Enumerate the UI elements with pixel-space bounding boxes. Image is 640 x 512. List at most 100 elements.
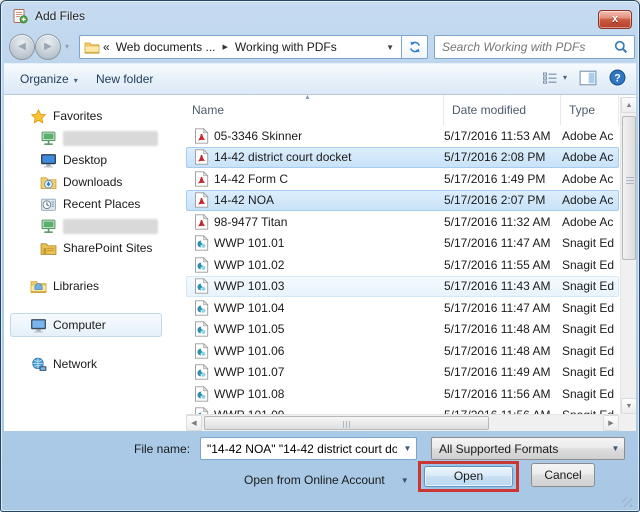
search-icon[interactable] xyxy=(613,39,629,55)
scroll-down-icon[interactable] xyxy=(621,398,636,414)
chevron-down-icon[interactable] xyxy=(399,444,416,453)
organize-button[interactable]: Organize xyxy=(20,72,78,86)
open-button[interactable]: Open xyxy=(424,466,513,487)
file-row[interactable]: 14-42 NOA5/17/2016 2:07 PMAdobe Ac xyxy=(186,190,619,212)
sidebar-item-downloads[interactable]: Downloads xyxy=(4,171,186,193)
file-list-rows: 05-3346 Skinner5/17/2016 11:53 AM Adobe A… xyxy=(186,125,619,414)
titlebar[interactable]: Add Files x xyxy=(1,1,639,31)
file-type: Snagit Ed xyxy=(562,279,618,293)
file-date-modified: 5/17/2016 11:43 AM xyxy=(444,279,562,293)
sidebar-item-libraries[interactable]: Libraries xyxy=(4,275,186,297)
scroll-right-icon[interactable] xyxy=(603,415,619,431)
file-row[interactable]: WWP 101.075/17/2016 11:49 AMSnagit Ed xyxy=(186,362,619,384)
file-row[interactable]: WWP 101.065/17/2016 11:48 AMSnagit Ed xyxy=(186,340,619,362)
column-header-type[interactable]: Type xyxy=(561,95,619,125)
downloads-icon xyxy=(40,175,57,190)
sidebar-item-recent-places[interactable]: Recent Places xyxy=(4,193,186,215)
open-from-online-account-button[interactable]: Open from Online Account xyxy=(244,469,409,491)
breadcrumb[interactable]: Web documents ... Working with PDFs xyxy=(79,35,401,59)
file-type: Adobe Ac xyxy=(562,193,618,207)
back-button[interactable] xyxy=(9,34,35,60)
file-name: WWP 101.01 xyxy=(214,236,444,250)
sidebar-item-sharepoint-sites[interactable]: SharePoint Sites xyxy=(4,237,186,259)
file-name-label: File name: xyxy=(134,442,190,456)
file-name-combobox[interactable] xyxy=(200,437,417,460)
file-name: WWP 101.02 xyxy=(214,258,444,272)
scroll-left-icon[interactable] xyxy=(186,415,202,431)
recent-places-icon xyxy=(40,197,57,212)
file-name: 98-9477 Titan xyxy=(214,215,444,229)
sidebar-item-network[interactable]: Network xyxy=(4,353,186,375)
file-row[interactable]: 14-42 Form C5/17/2016 1:49 PMAdobe Ac xyxy=(186,168,619,190)
breadcrumb-current[interactable]: Working with PDFs xyxy=(235,40,337,54)
chevron-down-icon xyxy=(401,476,409,485)
breadcrumb-overflow-icon[interactable] xyxy=(103,40,110,54)
breadcrumb-parent[interactable]: Web documents ... xyxy=(116,40,216,54)
close-button[interactable]: x xyxy=(598,10,632,29)
sidebar-item-desktop[interactable]: Desktop xyxy=(4,149,186,171)
file-row[interactable]: WWP 101.015/17/2016 11:47 AMSnagit Ed xyxy=(186,233,619,255)
search-box[interactable] xyxy=(434,35,635,59)
horizontal-scrollbar-thumb[interactable] xyxy=(204,416,489,430)
file-date-modified: 5/17/2016 1:49 PM xyxy=(444,172,562,186)
computer-icon xyxy=(30,318,47,333)
vertical-scrollbar-thumb[interactable] xyxy=(622,116,636,260)
scroll-up-icon[interactable] xyxy=(621,97,636,113)
column-header-name[interactable]: Name xyxy=(186,95,444,125)
file-row[interactable]: WWP 101.055/17/2016 11:48 AMSnagit Ed xyxy=(186,319,619,341)
preview-pane-icon[interactable] xyxy=(579,70,597,86)
file-date-modified: 5/17/2016 11:49 AM xyxy=(444,365,562,379)
file-format-dropdown[interactable]: All Supported Formats xyxy=(431,437,625,460)
sidebar-item-computer[interactable]: Computer xyxy=(10,313,162,337)
cancel-button[interactable]: Cancel xyxy=(531,463,595,487)
file-date-modified: 5/17/2016 11:56 AM xyxy=(444,387,562,401)
new-folder-button[interactable]: New folder xyxy=(96,72,153,86)
forward-button[interactable] xyxy=(35,34,61,60)
sidebar-item-redacted[interactable] xyxy=(4,215,186,237)
vertical-scrollbar[interactable] xyxy=(620,97,636,414)
command-toolbar: Organize New folder ? xyxy=(4,63,636,95)
svg-text:?: ? xyxy=(614,72,620,84)
pdf-file-icon xyxy=(194,128,209,144)
address-dropdown-icon[interactable] xyxy=(386,43,397,52)
scrollbar-corner xyxy=(619,414,636,431)
file-date-modified: 5/17/2016 11:53 AM xyxy=(444,129,562,143)
file-row[interactable]: WWP 101.035/17/2016 11:43 AMSnagit Ed xyxy=(186,276,619,298)
file-list: Name Date modified Type 05-3346 Skinner5… xyxy=(186,95,636,431)
search-input[interactable] xyxy=(435,40,613,54)
file-date-modified: 5/17/2016 11:48 AM xyxy=(444,344,562,358)
file-type: Snagit Ed xyxy=(562,365,618,379)
file-name: 14-42 Form C xyxy=(214,172,444,186)
breadcrumb-separator-icon[interactable] xyxy=(223,43,228,51)
window-title: Add Files xyxy=(35,9,85,23)
file-name-input[interactable] xyxy=(201,442,399,456)
chevron-down-icon xyxy=(563,73,567,82)
file-date-modified: 5/17/2016 11:47 AM xyxy=(444,236,562,250)
pdf-file-icon xyxy=(194,214,209,230)
horizontal-scrollbar[interactable] xyxy=(186,414,619,431)
file-name: 05-3346 Skinner xyxy=(214,129,444,143)
history-dropdown-icon[interactable] xyxy=(65,42,69,51)
file-row[interactable]: WWP 101.025/17/2016 11:55 AMSnagit Ed xyxy=(186,254,619,276)
chevron-down-icon xyxy=(607,444,624,453)
file-row[interactable]: WWP 101.095/17/2016 11:56 AMSnagit Ed xyxy=(186,405,619,415)
views-icon xyxy=(542,71,558,85)
file-row[interactable]: 14-42 district court docket5/17/2016 2:0… xyxy=(186,147,619,169)
file-row[interactable]: 05-3346 Skinner5/17/2016 11:53 AMAdobe A… xyxy=(186,125,619,147)
column-header-date-modified[interactable]: Date modified xyxy=(444,95,561,125)
refresh-button[interactable] xyxy=(401,35,428,59)
chevron-down-icon xyxy=(74,76,78,85)
file-name: WWP 101.04 xyxy=(214,301,444,315)
views-button[interactable] xyxy=(542,71,567,85)
file-row[interactable]: 98-9477 Titan5/17/2016 11:32 AMAdobe Ac xyxy=(186,211,619,233)
file-date-modified: 5/17/2016 11:47 AM xyxy=(444,301,562,315)
sidebar-item-redacted[interactable] xyxy=(4,127,186,149)
help-icon[interactable]: ? xyxy=(609,69,626,86)
network-drive-icon xyxy=(40,219,57,234)
file-type: Snagit Ed xyxy=(562,301,618,315)
file-row[interactable]: WWP 101.085/17/2016 11:56 AMSnagit Ed xyxy=(186,383,619,405)
file-type: Snagit Ed xyxy=(562,387,618,401)
resize-grip-icon[interactable] xyxy=(622,497,632,507)
file-row[interactable]: WWP 101.045/17/2016 11:47 AMSnagit Ed xyxy=(186,297,619,319)
sidebar-item-favorites[interactable]: Favorites xyxy=(4,105,186,127)
